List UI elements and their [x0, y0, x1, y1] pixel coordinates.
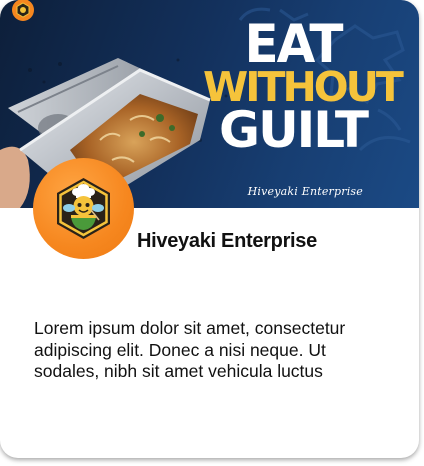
bee-chef-hexagon-icon: [57, 178, 110, 239]
company-avatar[interactable]: [33, 158, 134, 259]
banner-headline: EAT WITHOUT GUILT: [203, 13, 404, 159]
headline-line-3: GUILT: [219, 100, 369, 159]
company-name: Hiveyaki Enterprise: [137, 230, 317, 252]
headline-line-1: EAT: [244, 13, 343, 75]
company-description: Lorem ipsum dolor sit amet, consectetur …: [34, 318, 346, 381]
banner-signature: Hiveyaki Enterprise: [247, 185, 363, 198]
business-card[interactable]: EAT WITHOUT GUILT Hiveyaki Enterprise Hi…: [0, 0, 419, 458]
corner-logo-icon: [12, 0, 34, 21]
